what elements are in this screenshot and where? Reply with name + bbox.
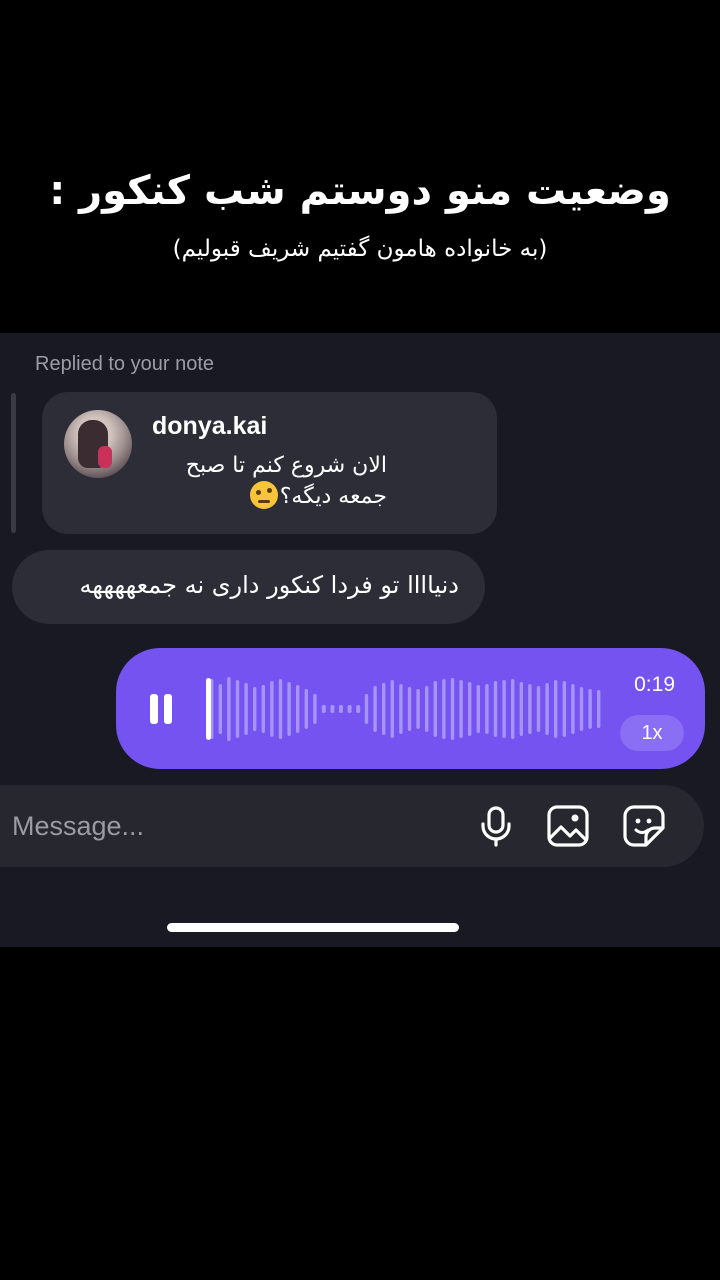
note-text: الان شروع کنم تا صبح جمعه دیگه؟: [152, 450, 387, 512]
waveform-bar: [356, 705, 361, 713]
waveform-bar: [545, 683, 549, 735]
waveform-bar: [528, 684, 532, 734]
waveform-bar: [502, 680, 506, 738]
message-composer: [0, 785, 704, 867]
caption-subtitle: (به خانواده هامون گفتیم شریف قبولیم): [172, 236, 548, 262]
waveform-bar: [339, 705, 343, 713]
waveform-bar: [597, 690, 601, 728]
playhead[interactable]: [206, 678, 211, 740]
waveform-bar: [511, 679, 515, 739]
waveform-bar: [588, 689, 592, 729]
note-username[interactable]: donya.kai: [152, 412, 267, 441]
pause-icon[interactable]: [150, 694, 174, 724]
waveform-bar: [433, 681, 437, 737]
raised-eyebrow-emoji-icon: [249, 481, 278, 509]
waveform-bar: [562, 681, 566, 737]
waveform-bar: [261, 685, 265, 733]
waveform-bar: [347, 705, 352, 713]
waveform-bar: [554, 680, 558, 738]
voice-duration: 0:19: [634, 673, 675, 696]
incoming-message-bubble[interactable]: دنیاااا تو فردا کنکور داری نه جمعههههه: [12, 550, 485, 624]
replied-to-note-label: Replied to your note: [35, 353, 215, 375]
waveform-bar: [416, 689, 420, 729]
playback-speed-button[interactable]: 1x: [620, 715, 684, 751]
waveform-bar: [425, 686, 429, 732]
waveform-bar: [493, 681, 498, 737]
image-icon[interactable]: [544, 802, 592, 850]
waveform-bar: [364, 694, 369, 724]
waveform-bar: [399, 684, 403, 734]
waveform-bar: [270, 681, 274, 737]
avatar[interactable]: [64, 410, 132, 478]
waveform-bar: [407, 687, 412, 731]
incoming-message-text: دنیاااا تو فردا کنکور داری نه جمعههههه: [79, 571, 459, 599]
waveform-bar: [450, 678, 455, 740]
waveform-bar: [278, 679, 283, 739]
waveform-bar: [485, 684, 489, 734]
waveform-bar: [321, 705, 326, 713]
waveform-bar: [390, 680, 394, 738]
message-input[interactable]: [12, 803, 432, 849]
waveform-bar: [459, 680, 463, 738]
waveform-bar: [468, 682, 472, 736]
waveform-bar: [235, 680, 240, 738]
replied-note-card[interactable]: donya.kai الان شروع کنم تا صبح جمعه دیگه…: [42, 392, 497, 534]
chat-thread: Replied to your note donya.kai الان شروع…: [0, 333, 720, 947]
caption-title: وضعیت منو دوستم شب کنکور :: [49, 168, 671, 214]
waveform-bar: [244, 683, 248, 735]
audio-waveform[interactable]: [206, 669, 606, 749]
waveform-bar: [227, 677, 231, 741]
waveform-bar: [476, 685, 480, 733]
waveform-bar: [373, 686, 377, 732]
waveform-bar: [287, 682, 291, 736]
waveform-bar: [571, 684, 575, 734]
waveform-bar: [313, 694, 317, 724]
reply-indicator-bar: [11, 393, 16, 533]
waveform-bar: [253, 687, 257, 731]
voice-message-bubble[interactable]: 0:19 1x: [116, 648, 705, 769]
waveform-bar: [330, 705, 335, 713]
note-text-content: الان شروع کنم تا صبح جمعه دیگه؟: [185, 453, 387, 509]
waveform-bar: [519, 682, 523, 736]
waveform-bar: [579, 687, 584, 731]
waveform-bar: [536, 686, 541, 732]
sticker-icon[interactable]: [620, 802, 668, 850]
waveform-bar: [382, 683, 386, 735]
waveform-bar: [296, 685, 300, 733]
home-indicator[interactable]: [167, 923, 459, 932]
microphone-icon[interactable]: [472, 802, 520, 850]
waveform-bar: [442, 679, 446, 739]
waveform-bar: [304, 689, 308, 729]
waveform-bar: [218, 684, 222, 734]
video-caption: وضعیت منو دوستم شب کنکور : (به خانواده ه…: [0, 0, 720, 333]
